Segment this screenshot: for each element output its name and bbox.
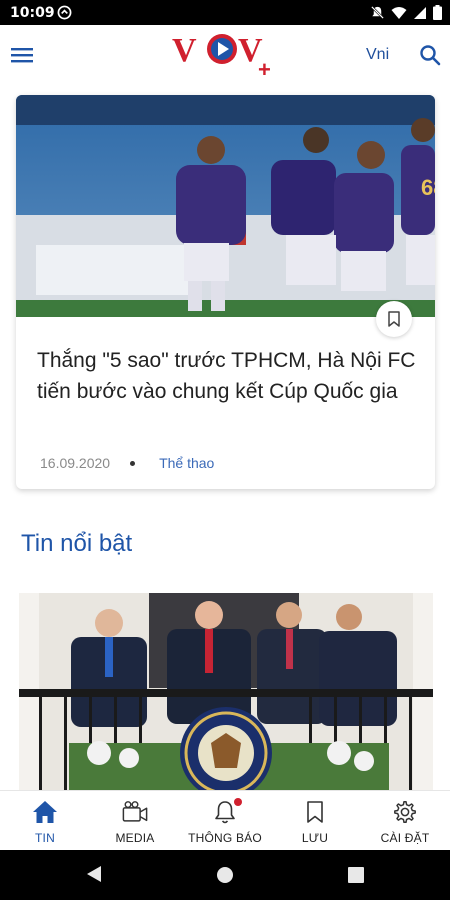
news-feed[interactable]: 68 Thắng "5 sao" trước TPHCM, Hà Nội FC … (0, 85, 450, 790)
bookmark-icon (307, 801, 323, 823)
featured-image[interactable] (19, 593, 433, 790)
search-button[interactable] (416, 41, 444, 69)
article-thumbnail[interactable]: 68 (16, 95, 435, 317)
data-saver-icon (57, 5, 72, 20)
search-icon (420, 45, 441, 66)
back-icon[interactable] (86, 865, 102, 883)
article-bookmark-button[interactable] (376, 301, 412, 337)
language-toggle[interactable]: Vni (366, 46, 389, 64)
system-nav-bar (0, 850, 450, 900)
article-card[interactable]: 68 Thắng "5 sao" trước TPHCM, Hà Nội FC … (16, 95, 435, 489)
status-time: 10:09 (10, 5, 55, 21)
mute-icon (371, 6, 384, 19)
article-title[interactable]: Thắng "5 sao" trước TPHCM, Hà Nội FC tiế… (37, 345, 417, 407)
status-bar: 10:09 (0, 0, 450, 25)
recents-button[interactable] (348, 867, 364, 883)
nav-label: MEDIA (115, 831, 155, 845)
meta-separator (130, 460, 136, 466)
nav-item-luu[interactable]: LƯU (270, 791, 360, 850)
nav-item-thong-bao[interactable]: THÔNG BÁO (180, 791, 270, 850)
logo-plus: + (258, 57, 271, 79)
nav-item-tin[interactable]: TIN (0, 791, 90, 850)
logo-letter-v1: V (172, 32, 197, 69)
hamburger-icon (11, 48, 33, 63)
notification-dot (234, 798, 242, 806)
video-icon (122, 801, 148, 822)
signal-icon (414, 6, 426, 19)
status-icons (370, 4, 442, 21)
svg-text:68: 68 (421, 175, 435, 200)
article-category[interactable]: Thể thao (159, 455, 214, 471)
nav-item-media[interactable]: MEDIA (90, 791, 180, 850)
vov-logo[interactable]: V V + (172, 29, 282, 79)
bookmark-outline-icon (388, 311, 400, 327)
nav-item-cai-dat[interactable]: CÀI ĐẶT (360, 791, 450, 850)
gear-icon (394, 800, 416, 824)
article-meta: 16.09.2020 Thể thao (40, 455, 214, 471)
home-icon (33, 801, 57, 823)
wifi-icon (391, 6, 407, 19)
menu-button[interactable] (8, 41, 36, 69)
section-title: Tin nổi bật (21, 530, 133, 557)
app-bar: V V + Vni (0, 25, 450, 85)
nav-label: TIN (35, 831, 55, 845)
nav-label: THÔNG BÁO (188, 831, 262, 845)
home-button[interactable] (217, 867, 233, 883)
bottom-nav: TIN MEDIA THÔNG BÁO LƯU CÀI ĐẶT (0, 790, 450, 850)
nav-label: LƯU (301, 831, 329, 845)
article-date: 16.09.2020 (40, 455, 111, 471)
battery-icon (433, 5, 442, 20)
nav-label: CÀI ĐẶT (380, 831, 430, 845)
